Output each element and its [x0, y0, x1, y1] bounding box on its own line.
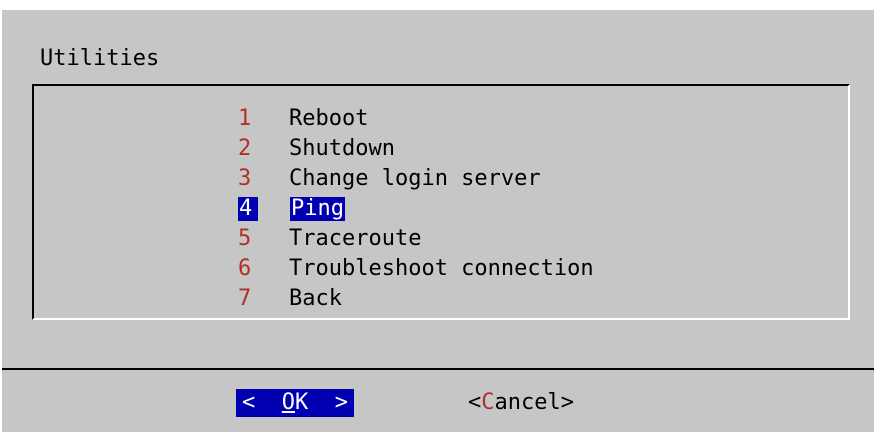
- menu-item-number: 6: [238, 256, 252, 281]
- menu-item-troubleshoot-connection[interactable]: 6 Troubleshoot connection: [238, 254, 595, 284]
- menu-item-label: Change login server: [289, 166, 541, 191]
- menu-item-shutdown[interactable]: 2 Shutdown: [238, 134, 595, 164]
- menu-item-label: Troubleshoot connection: [289, 256, 594, 281]
- menu-item-traceroute[interactable]: 5 Traceroute: [238, 224, 595, 254]
- button-separator: [2, 368, 874, 370]
- menu-item-reboot[interactable]: 1 Reboot: [238, 104, 595, 134]
- cancel-button[interactable]: <Cancel>: [468, 389, 574, 417]
- menu-item-number: 4: [238, 197, 258, 221]
- menu-item-label: Reboot: [289, 106, 369, 131]
- menu-item-number: 2: [238, 136, 252, 161]
- cancel-button-rest: ancel>: [494, 390, 574, 415]
- dialog-title: Utilities: [40, 46, 160, 71]
- menu-item-label: Back: [289, 286, 342, 311]
- menu-list: 1 Reboot 2 Shutdown 3 Change login serve…: [238, 104, 595, 314]
- menu-item-number: 1: [238, 106, 252, 131]
- menu-item-ping[interactable]: 4 Ping: [238, 194, 595, 224]
- ok-button-hotkey: O: [281, 390, 295, 415]
- menu-item-number: 3: [238, 166, 252, 191]
- menu-item-label: Ping: [290, 196, 345, 221]
- menu-item-label: Traceroute: [289, 226, 422, 251]
- menu-box: 1 Reboot 2 Shutdown 3 Change login serve…: [32, 84, 850, 320]
- menu-item-number: 7: [238, 286, 252, 311]
- ok-button[interactable]: < OK >: [236, 389, 354, 417]
- menu-item-back[interactable]: 7 Back: [238, 284, 595, 314]
- menu-item-change-login-server[interactable]: 3 Change login server: [238, 164, 595, 194]
- utilities-dialog: Utilities 1 Reboot 2 Shutdown 3 Change l…: [0, 8, 874, 432]
- menu-item-number: 5: [238, 226, 252, 251]
- ok-button-rest: K >: [295, 390, 348, 415]
- cancel-button-hotkey: C: [481, 390, 495, 415]
- cancel-button-left: <: [468, 390, 482, 415]
- menu-item-label: Shutdown: [289, 136, 395, 161]
- ok-button-left: <: [242, 390, 282, 415]
